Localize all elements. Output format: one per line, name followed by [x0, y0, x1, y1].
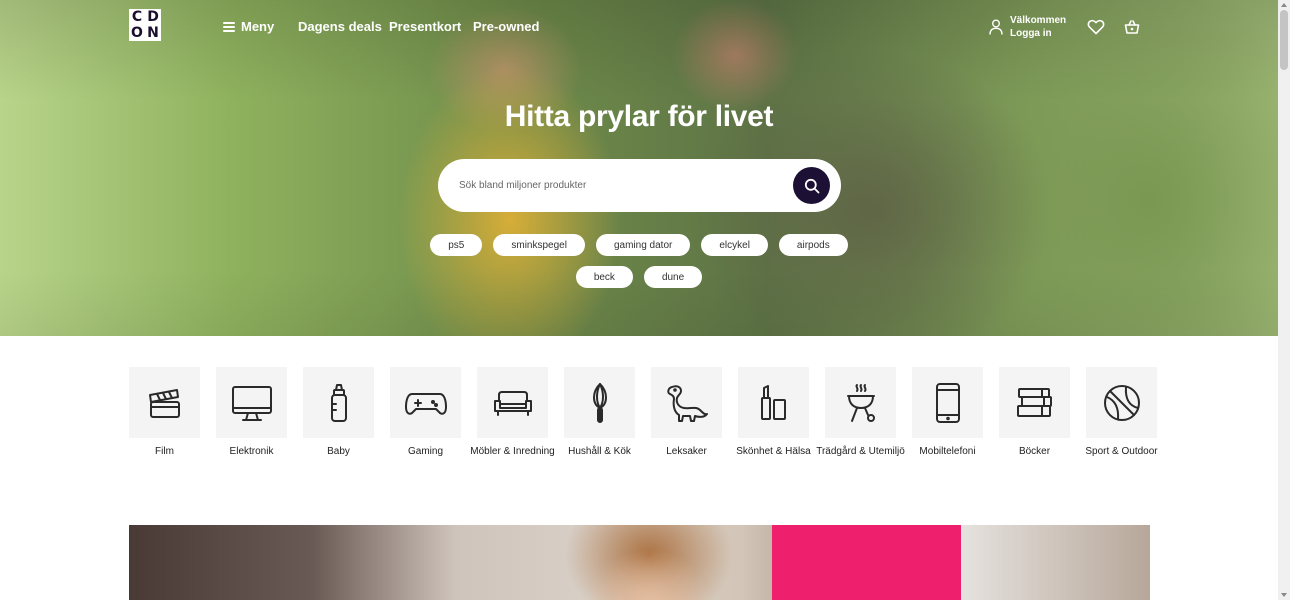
- user-icon: [989, 19, 1003, 35]
- category-tile: [1086, 367, 1157, 438]
- category-tile: [390, 367, 461, 438]
- search-icon: [804, 178, 819, 193]
- popular-searches-row-1: ps5 sminkspegel gaming dator elcykel air…: [0, 234, 1278, 256]
- scroll-up-arrow[interactable]: [1281, 3, 1287, 7]
- category-skonhet-halsa[interactable]: Skönhet & Hälsa: [736, 367, 811, 458]
- search-chip[interactable]: beck: [575, 266, 633, 288]
- monitor-icon: [231, 385, 272, 421]
- category-label: Mobiltelefoni: [919, 446, 976, 457]
- promo-image-panel: [961, 525, 1150, 600]
- mobile-phone-icon: [935, 382, 960, 423]
- category-gaming[interactable]: Gaming: [390, 367, 461, 458]
- scrollbar-thumb[interactable]: [1280, 10, 1288, 70]
- hero-headline: Hitta prylar för livet: [504, 100, 774, 133]
- nav-link-pre-owned[interactable]: Pre-owned: [473, 19, 539, 34]
- whisk-icon: [592, 382, 607, 423]
- category-hushall-kok[interactable]: Hushåll & Kök: [564, 367, 635, 458]
- category-label: Böcker: [1018, 446, 1051, 457]
- menu-label: Meny: [241, 19, 275, 34]
- search-button[interactable]: [793, 167, 830, 204]
- books-icon: [1016, 387, 1052, 417]
- category-leksaker[interactable]: Leksaker: [651, 367, 722, 458]
- search-chip[interactable]: gaming dator: [595, 234, 691, 256]
- search-chip[interactable]: elcykel: [701, 234, 768, 256]
- category-label: Möbler & Inredning: [470, 446, 555, 457]
- category-label: Sport & Outdoor: [1085, 446, 1158, 457]
- dinosaur-icon: [666, 384, 708, 422]
- category-tile: [912, 367, 983, 438]
- film-clapper-icon: [148, 388, 180, 418]
- category-mobler-inredning[interactable]: Möbler & Inredning: [470, 367, 555, 458]
- category-label: Hushåll & Kök: [568, 446, 631, 457]
- category-tile: [999, 367, 1070, 438]
- account-greeting: Välkommen: [1010, 15, 1067, 26]
- category-label: Skönhet & Hälsa: [736, 446, 811, 457]
- search-chip[interactable]: dune: [643, 266, 703, 288]
- category-elektronik[interactable]: Elektronik: [216, 367, 287, 458]
- category-tile: [738, 367, 809, 438]
- category-bocker[interactable]: Böcker: [999, 367, 1070, 458]
- scroll-down-arrow[interactable]: [1281, 593, 1287, 597]
- heart-icon[interactable]: [1087, 18, 1105, 36]
- menu-button[interactable]: Meny: [223, 19, 274, 34]
- search-bar: [438, 159, 841, 212]
- category-film[interactable]: Film: [129, 367, 200, 458]
- search-chip[interactable]: sminkspegel: [493, 234, 585, 256]
- category-label: Film: [155, 446, 174, 457]
- search-input[interactable]: [459, 180, 779, 191]
- category-label: Elektronik: [229, 446, 274, 457]
- category-label: Gaming: [407, 446, 443, 457]
- category-tradgard-utemiljo[interactable]: Trädgård & Utemiljö: [816, 367, 905, 458]
- search-chip[interactable]: ps5: [430, 234, 483, 256]
- page-scrollbar[interactable]: [1278, 0, 1290, 600]
- promo-pink-panel: [772, 525, 961, 600]
- gamepad-icon: [404, 392, 447, 415]
- sofa-icon: [493, 390, 532, 416]
- category-tile: [651, 367, 722, 438]
- baby-bottle-icon: [330, 383, 347, 422]
- grill-icon: [846, 383, 875, 422]
- hamburger-icon: [223, 21, 235, 32]
- category-tile: [825, 367, 896, 438]
- ball-icon: [1103, 384, 1140, 421]
- category-baby[interactable]: Baby: [303, 367, 374, 458]
- category-label: Trädgård & Utemiljö: [816, 446, 905, 457]
- account-login-label: Logga in: [1010, 28, 1052, 39]
- category-sport-outdoor[interactable]: Sport & Outdoor: [1085, 367, 1158, 458]
- category-tile: [303, 367, 374, 438]
- category-label: Leksaker: [666, 446, 707, 457]
- category-tile: [477, 367, 548, 438]
- account-login-button[interactable]: Välkommen Logga in: [989, 14, 1066, 40]
- cosmetics-icon: [760, 384, 786, 420]
- top-navigation: Meny Dagens deals Presentkort Pre-owned …: [0, 0, 1278, 54]
- popular-searches-row-2: beck dune: [0, 266, 1278, 288]
- search-chip[interactable]: airpods: [778, 234, 848, 256]
- promo-banner[interactable]: [129, 525, 1150, 600]
- category-mobiltelefoni[interactable]: Mobiltelefoni: [912, 367, 983, 458]
- category-tile: [216, 367, 287, 438]
- category-tile: [564, 367, 635, 438]
- category-tile: [129, 367, 200, 438]
- cart-icon[interactable]: [1123, 18, 1141, 36]
- category-list: Film Elektronik Baby Gaming Möbler & Inr…: [129, 367, 1158, 458]
- nav-link-presentkort[interactable]: Presentkort: [389, 19, 461, 34]
- category-label: Baby: [327, 446, 350, 457]
- nav-link-dagens-deals[interactable]: Dagens deals: [298, 19, 382, 34]
